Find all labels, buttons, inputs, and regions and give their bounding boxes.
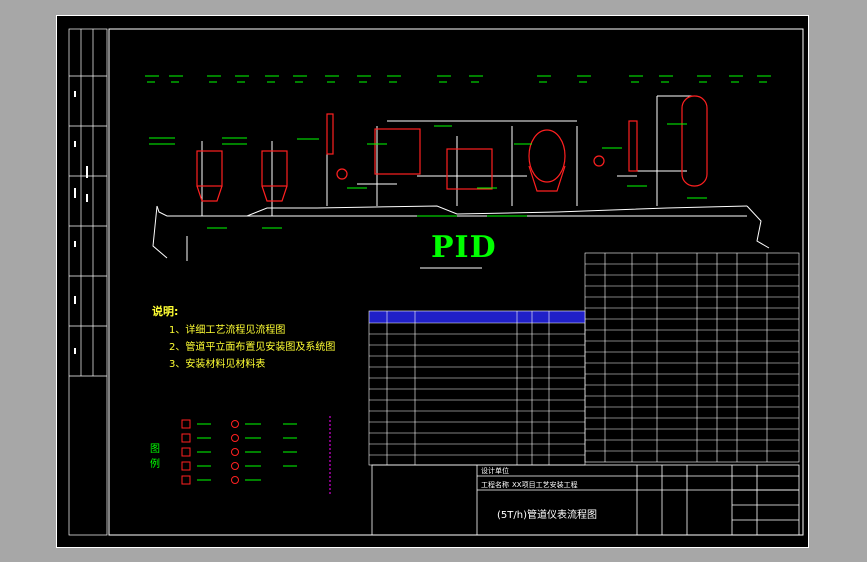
- dosing-tank-2: [261, 150, 288, 187]
- material-table: [368, 310, 586, 466]
- drawing-title: (5T/h)管道仪表流程图: [497, 510, 597, 521]
- instrument-schedule-table: [584, 252, 800, 463]
- note-2: 2、管道平立面布置见安装图及系统图: [169, 342, 336, 353]
- process-equipment: [196, 95, 708, 202]
- pump-1: [336, 168, 348, 180]
- legend-heading: 图例: [150, 444, 160, 470]
- line-number-tags: [145, 75, 771, 83]
- drawing-title-pid: PID: [431, 230, 497, 265]
- material-table-header: [369, 311, 585, 323]
- drawing-sheet: PID 说明: 1、详细工艺流程见流程图 2、管道平立面布置见安装图及系统图 3…: [56, 15, 809, 548]
- designer-label: 设计单位: [481, 467, 509, 475]
- storage-tank: [681, 95, 708, 187]
- note-3: 3、安装材料见材料表: [169, 359, 266, 370]
- dosing-tank-1: [196, 150, 223, 187]
- pressure-vessel: [528, 129, 566, 183]
- title-block: [371, 464, 800, 536]
- revision-strip: [68, 28, 108, 536]
- filter-column: [326, 113, 334, 155]
- cartridge-filter: [628, 120, 638, 172]
- pump-2: [593, 155, 605, 167]
- pid-drawing: [68, 28, 804, 536]
- legend-labels: [197, 423, 297, 481]
- buffer-tank: [446, 148, 493, 190]
- project-value: XX项目工艺安装工程: [512, 481, 578, 489]
- note-1: 1、详细工艺流程见流程图: [169, 325, 286, 336]
- project-label: 工程名称: [481, 481, 509, 489]
- notes-heading: 说明:: [152, 305, 179, 318]
- reaction-tank: [374, 128, 421, 175]
